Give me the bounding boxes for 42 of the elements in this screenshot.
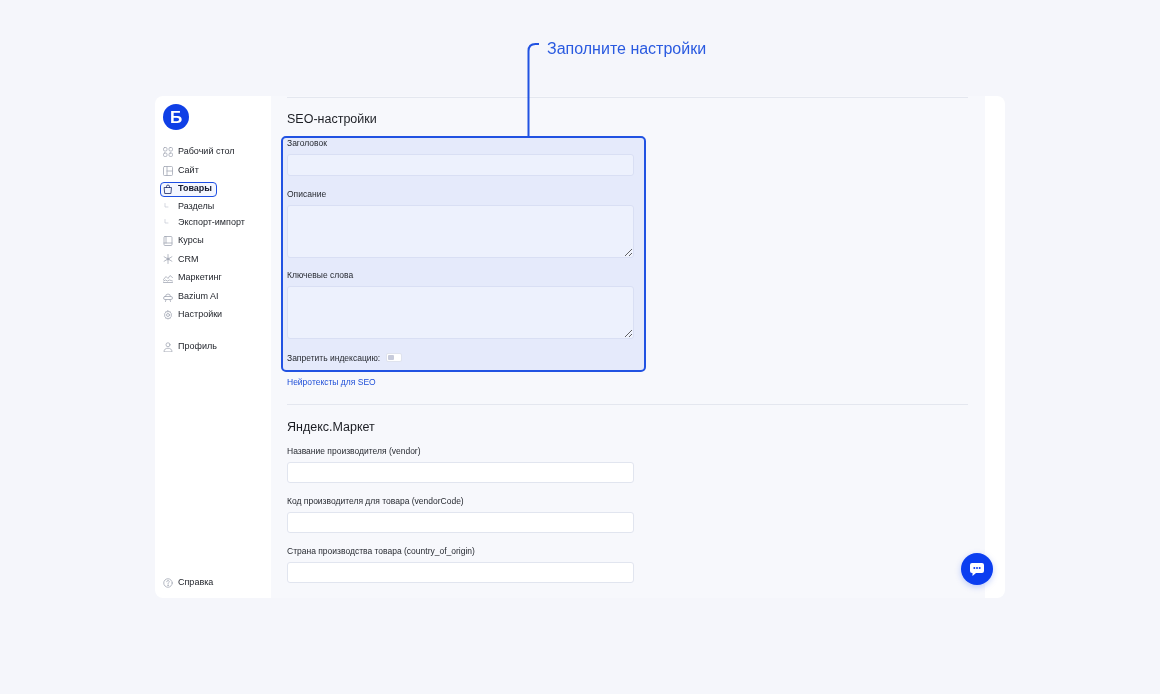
nav-link[interactable]: Рабочий стол [160, 144, 240, 160]
subnav-link[interactable]: Разделы [160, 199, 220, 215]
input-field[interactable] [287, 511, 634, 533]
nav-link[interactable]: Справка [160, 575, 219, 591]
input-field[interactable] [287, 461, 634, 483]
chat-icon [970, 562, 984, 576]
section-title: SEO-настройки [287, 111, 378, 127]
nav-link[interactable]: Курсы [160, 233, 209, 249]
subnav-link[interactable]: Экспорт-импорт [160, 215, 250, 231]
nav-link[interactable]: CRM [160, 251, 204, 267]
nav-link[interactable]: Настройки [160, 307, 228, 323]
nav-link[interactable]: Товары [160, 181, 218, 197]
layout-icon [163, 165, 173, 176]
user-icon [163, 341, 173, 352]
nav-link[interactable]: Маркетинг [160, 270, 227, 286]
section-title: Яндекс.Маркет [287, 418, 376, 435]
text-area[interactable] [287, 204, 634, 258]
input-field[interactable] [287, 561, 634, 583]
chart-icon [163, 272, 173, 283]
callout-text: Заполните настройки [547, 39, 707, 59]
field-label: Описание [287, 188, 328, 199]
field-label: Код производителя для товара (vendorCode) [287, 495, 465, 506]
logo: Б [163, 104, 189, 130]
settings-icon [163, 310, 173, 321]
bag-icon [163, 184, 173, 195]
grid-icon [163, 147, 173, 157]
nav-link[interactable]: Профиль [160, 339, 222, 355]
nav-link[interactable]: Сайт [160, 163, 204, 179]
ufo-icon [163, 291, 173, 302]
field-label: Заголовок [287, 138, 328, 148]
toggle-switch[interactable] [386, 353, 403, 362]
text-area[interactable] [287, 286, 634, 339]
seo-texts-link[interactable]: Нейротексты для SEO [287, 376, 376, 387]
book-icon [163, 235, 173, 246]
nav-link[interactable]: Bazium AI [160, 289, 224, 305]
field-label: Название производителя (vendor) [287, 445, 422, 456]
field-label: Страна производства товара (country_of_origin) [287, 545, 476, 556]
chat-button[interactable] [961, 553, 993, 585]
field-label: Ключевые слова [287, 270, 355, 280]
snowflake-icon [163, 254, 173, 265]
toggle-label: Запретить индексацию: [287, 352, 381, 363]
help-icon [163, 577, 173, 588]
